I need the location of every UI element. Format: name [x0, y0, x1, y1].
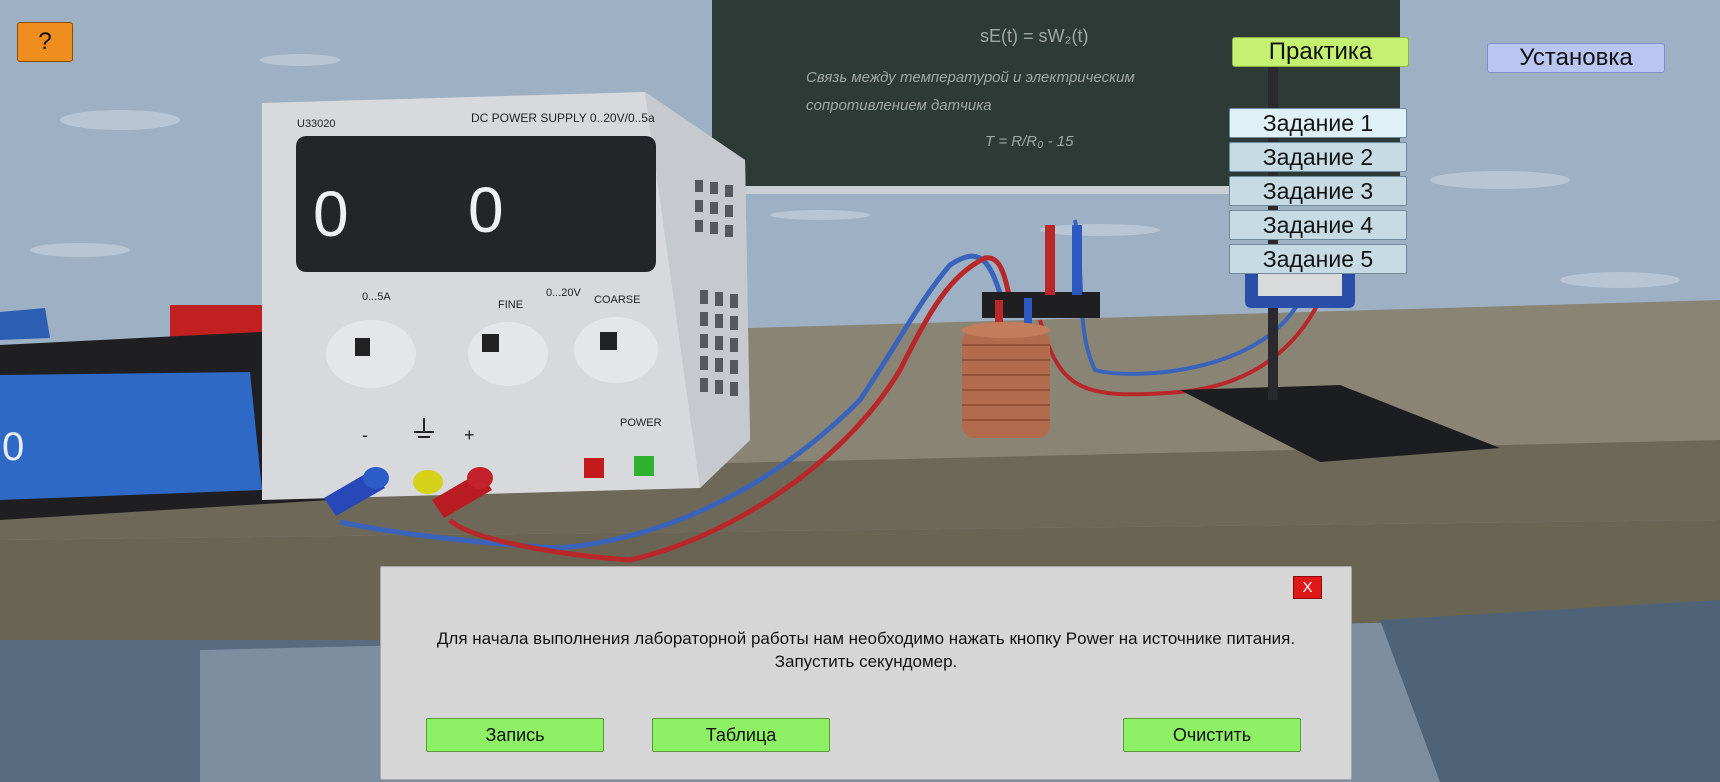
- copper-coil: [962, 322, 1050, 438]
- psu-display-left: 0: [313, 178, 349, 250]
- task-4-button[interactable]: Задание 4: [1229, 210, 1407, 240]
- practice-button[interactable]: Практика: [1232, 37, 1409, 67]
- task-5-button[interactable]: Задание 5: [1229, 244, 1407, 274]
- chalk-line-2: сопротивлением датчика: [806, 97, 992, 114]
- psu-model: U33020: [297, 118, 336, 130]
- psu-title: DC POWER SUPPLY 0..20V/0..5a: [471, 111, 655, 125]
- psu-fine-label: FINE: [498, 299, 523, 311]
- task-2-button[interactable]: Задание 2: [1229, 142, 1407, 172]
- left-display-digit: 0: [2, 425, 24, 469]
- ground-terminal: [413, 470, 443, 494]
- chalk-formula-bottom: T = R/R₀ - 15: [985, 133, 1074, 150]
- task-1-button[interactable]: Задание 1: [1229, 108, 1407, 138]
- close-icon[interactable]: X: [1293, 576, 1322, 599]
- help-button[interactable]: ?: [17, 22, 73, 62]
- setup-button[interactable]: Установка: [1487, 43, 1665, 73]
- power-on-button[interactable]: [634, 456, 654, 476]
- psu-display-right: 0: [468, 174, 504, 246]
- psu-voltage-label: 0...20V: [546, 287, 582, 299]
- psu-plus-label: +: [464, 425, 475, 445]
- task-list: Задание 1 Задание 2 Задание 3 Задание 4 …: [1229, 108, 1407, 278]
- clear-button[interactable]: Очистить: [1123, 718, 1301, 752]
- task-3-button[interactable]: Задание 3: [1229, 176, 1407, 206]
- instruction-dialog: X Для начала выполнения лабораторной раб…: [380, 566, 1352, 780]
- record-button[interactable]: Запись: [426, 718, 604, 752]
- chalk-formula-top: sE(t) = sW₂(t): [980, 26, 1088, 46]
- table-button[interactable]: Таблица: [652, 718, 830, 752]
- psu-power-label: POWER: [620, 417, 662, 429]
- psu-current-label: 0...5A: [362, 291, 391, 303]
- power-off-button[interactable]: [584, 458, 604, 478]
- power-supply: [262, 92, 750, 500]
- dialog-message: Для начала выполнения лабораторной работ…: [436, 629, 1296, 671]
- psu-minus-label: -: [362, 425, 368, 445]
- chalk-line-1: Связь между температурой и электрическим: [806, 69, 1135, 86]
- psu-coarse-label: COARSE: [594, 294, 640, 306]
